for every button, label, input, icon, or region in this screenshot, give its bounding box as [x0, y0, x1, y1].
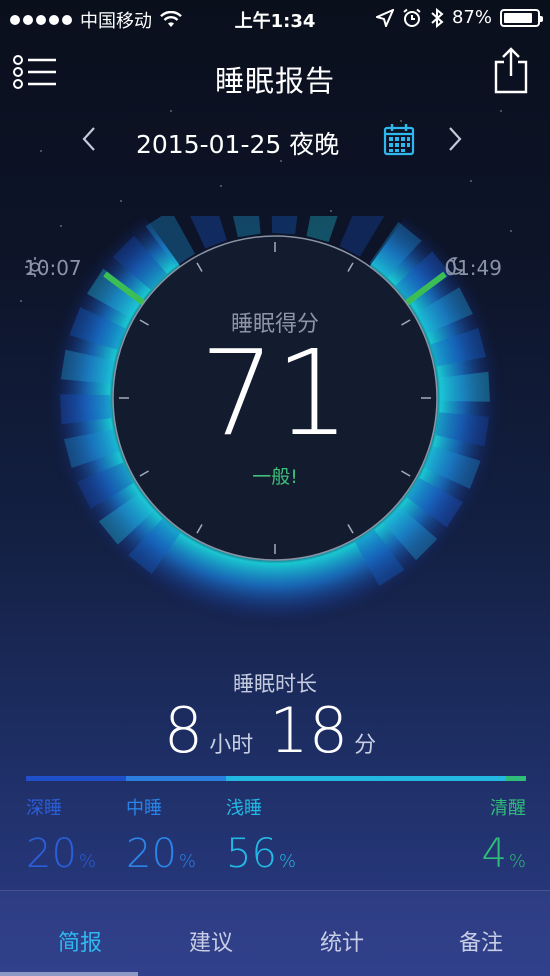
- active-tab-indicator: [0, 972, 138, 976]
- tab-advice[interactable]: 建议: [156, 925, 266, 957]
- sleep-start-time: 10:07: [24, 256, 82, 280]
- stage-light-sleep: 浅睡 56%: [226, 798, 297, 877]
- next-day-chevron-icon[interactable]: [440, 122, 470, 156]
- stage-bar-segment: [506, 776, 526, 781]
- bottom-tab-bar: 简报 建议 统计 备注: [0, 890, 550, 976]
- hours-unit: 小时: [209, 733, 254, 758]
- status-bar: 中国移动 上午1:34 87%: [0, 0, 550, 36]
- wake-up-time: 01:49: [444, 256, 502, 280]
- tab-summary[interactable]: 简报: [25, 925, 135, 957]
- battery-icon: [500, 8, 543, 27]
- stage-bar-segment: [126, 776, 226, 781]
- score-rating: 一般!: [252, 466, 298, 488]
- page-title: 睡眠报告: [214, 64, 335, 98]
- sleep-score: 71: [199, 324, 351, 462]
- sleep-duration: 8 小时 18 分: [0, 700, 550, 762]
- sun-icon: [25, 257, 45, 277]
- moon-icon: [446, 257, 464, 275]
- date-navigator: 2015-01-25 夜晚: [0, 116, 550, 166]
- battery-percentage: 87%: [451, 7, 492, 28]
- alarm-clock-icon: [403, 8, 421, 27]
- tab-notes[interactable]: 备注: [426, 925, 536, 957]
- stage-bar-segment: [226, 776, 506, 781]
- sleep-score-dial: 10:07 01:49 睡眠得分 71 一般!: [0, 216, 550, 636]
- duration-minutes: 18: [269, 694, 349, 767]
- calendar-icon[interactable]: [382, 122, 416, 156]
- header: 睡眠报告: [0, 40, 550, 110]
- minutes-unit: 分: [354, 733, 377, 758]
- share-icon[interactable]: [492, 46, 530, 94]
- stage-bar-segment: [26, 776, 126, 781]
- stage-medium-sleep: 中睡 20%: [126, 798, 197, 877]
- report-date: 2015-01-25 夜晚: [136, 130, 340, 159]
- duration-hours: 8: [163, 694, 204, 767]
- stage-awake: 清醒 4%: [481, 798, 526, 877]
- bluetooth-icon: [431, 7, 444, 28]
- previous-day-chevron-icon[interactable]: [74, 122, 104, 156]
- sleep-stage-bar: [26, 776, 526, 781]
- tab-statistics[interactable]: 统计: [287, 925, 397, 957]
- location-arrow-icon: [375, 8, 394, 27]
- stage-deep-sleep: 深睡 20%: [26, 798, 97, 877]
